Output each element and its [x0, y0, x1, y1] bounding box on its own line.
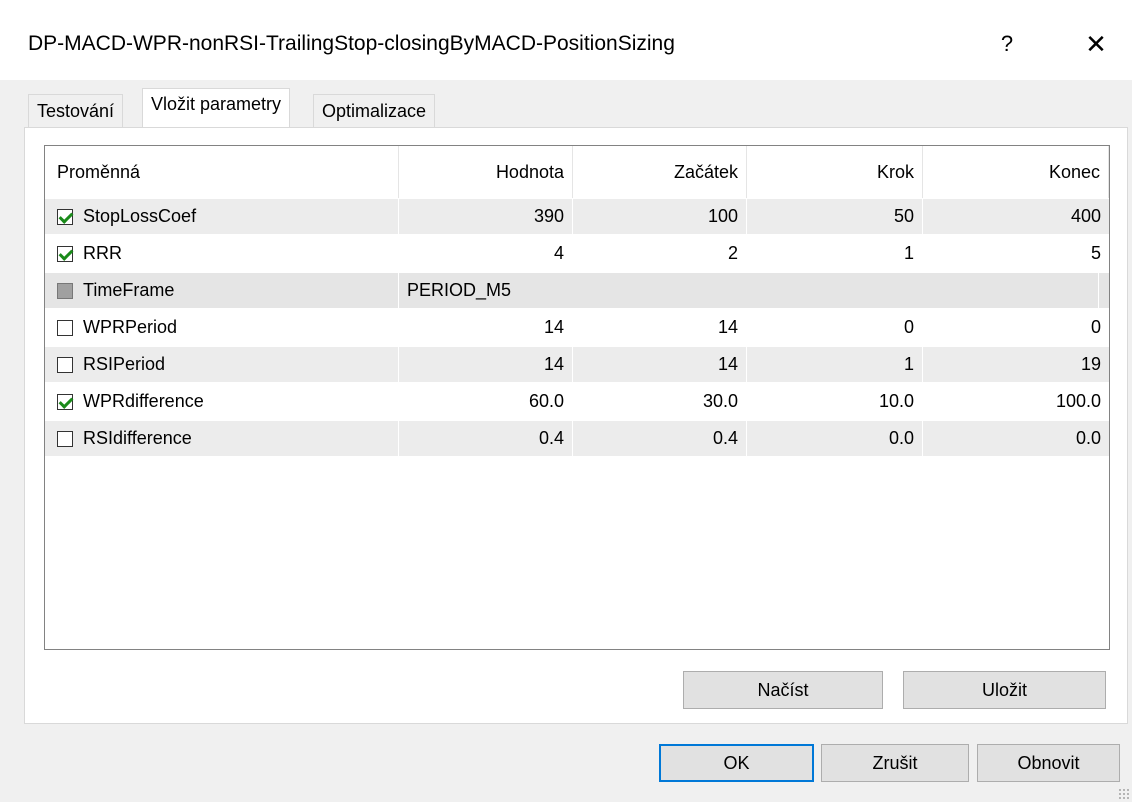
- cell-step[interactable]: 1: [747, 347, 923, 382]
- cell-variable: RSIPeriod: [45, 347, 399, 382]
- cell-step[interactable]: 1: [747, 236, 923, 271]
- cell-value[interactable]: 60.0: [399, 384, 573, 419]
- header-value[interactable]: Hodnota: [399, 146, 573, 198]
- title-bar: DP-MACD-WPR-nonRSI-TrailingStop-closingB…: [0, 0, 1132, 80]
- cancel-button[interactable]: Zrušit: [821, 744, 969, 782]
- cell-value[interactable]: 4: [399, 236, 573, 271]
- cell-variable: RRR: [45, 236, 399, 271]
- table-row[interactable]: StopLossCoef 390 100 50 400: [45, 198, 1109, 234]
- cell-stop[interactable]: 0.0: [923, 421, 1109, 456]
- row-checkbox[interactable]: [57, 319, 73, 336]
- row-checkbox[interactable]: [57, 393, 73, 410]
- cell-step[interactable]: 0: [747, 310, 923, 345]
- cell-value[interactable]: 390: [399, 199, 573, 234]
- header-variable[interactable]: Proměnná: [45, 146, 399, 198]
- cell-variable: StopLossCoef: [45, 199, 399, 234]
- variable-name: TimeFrame: [83, 280, 175, 300]
- header-step[interactable]: Krok: [747, 146, 923, 198]
- grid-header: Proměnná Hodnota Začátek Krok Konec: [45, 146, 1109, 198]
- cell-stop[interactable]: 400: [923, 199, 1109, 234]
- cell-value[interactable]: 14: [399, 310, 573, 345]
- cell-start[interactable]: 14: [573, 347, 747, 382]
- tab-testovani[interactable]: Testování: [28, 94, 124, 128]
- cell-stop[interactable]: 19: [923, 347, 1109, 382]
- row-checkbox[interactable]: [57, 245, 73, 262]
- resize-grip-icon[interactable]: [1118, 788, 1130, 800]
- row-checkbox[interactable]: [57, 208, 73, 225]
- cell-step[interactable]: 0.0: [747, 421, 923, 456]
- cell-stop[interactable]: 5: [923, 236, 1109, 271]
- row-checkbox: [57, 282, 73, 299]
- cell-stop[interactable]: 100.0: [923, 384, 1109, 419]
- cell-variable: TimeFrame: [45, 273, 399, 308]
- tab-optimalizace[interactable]: Optimalizace: [313, 94, 436, 128]
- variable-name: RSIPeriod: [83, 354, 166, 374]
- cell-variable: WPRPeriod: [45, 310, 399, 345]
- cell-variable: WPRdifference: [45, 384, 399, 419]
- table-row[interactable]: TimeFrame PERIOD_M5: [45, 272, 1109, 308]
- save-button[interactable]: Uložit: [903, 671, 1106, 709]
- reset-button[interactable]: Obnovit: [977, 744, 1120, 782]
- cell-step[interactable]: 50: [747, 199, 923, 234]
- cell-value[interactable]: 14: [399, 347, 573, 382]
- parameters-grid[interactable]: Proměnná Hodnota Začátek Krok Konec Stop…: [44, 145, 1110, 650]
- cell-start[interactable]: 2: [573, 236, 747, 271]
- window-title: DP-MACD-WPR-nonRSI-TrailingStop-closingB…: [28, 32, 675, 55]
- table-row[interactable]: WPRdifference 60.0 30.0 10.0 100.0: [45, 383, 1109, 419]
- cell-value[interactable]: 0.4: [399, 421, 573, 456]
- cell-step[interactable]: 10.0: [747, 384, 923, 419]
- table-row[interactable]: WPRPeriod 14 14 0 0: [45, 309, 1109, 345]
- cell-start[interactable]: 0.4: [573, 421, 747, 456]
- header-start[interactable]: Začátek: [573, 146, 747, 198]
- variable-name: WPRPeriod: [83, 317, 178, 337]
- variable-name: StopLossCoef: [83, 206, 197, 226]
- cell-start[interactable]: 30.0: [573, 384, 747, 419]
- variable-name: WPRdifference: [83, 391, 204, 411]
- ok-button[interactable]: OK: [659, 744, 814, 782]
- tab-vlozit-parametry[interactable]: Vložit parametry: [142, 88, 291, 132]
- row-checkbox[interactable]: [57, 430, 73, 447]
- row-checkbox[interactable]: [57, 356, 73, 373]
- cell-stop[interactable]: 0: [923, 310, 1109, 345]
- close-button[interactable]: ✕: [1078, 28, 1114, 60]
- help-button[interactable]: ?: [992, 28, 1022, 60]
- table-row[interactable]: RRR 4 2 1 5: [45, 235, 1109, 271]
- variable-name: RRR: [83, 243, 122, 263]
- cell-variable: RSIdifference: [45, 421, 399, 456]
- load-button[interactable]: Načíst: [683, 671, 883, 709]
- variable-name: RSIdifference: [83, 428, 192, 448]
- cell-value[interactable]: PERIOD_M5: [399, 273, 1099, 308]
- cell-start[interactable]: 100: [573, 199, 747, 234]
- header-stop[interactable]: Konec: [923, 146, 1109, 198]
- cell-start[interactable]: 14: [573, 310, 747, 345]
- table-row[interactable]: RSIdifference 0.4 0.4 0.0 0.0: [45, 420, 1109, 456]
- table-row[interactable]: RSIPeriod 14 14 1 19: [45, 346, 1109, 382]
